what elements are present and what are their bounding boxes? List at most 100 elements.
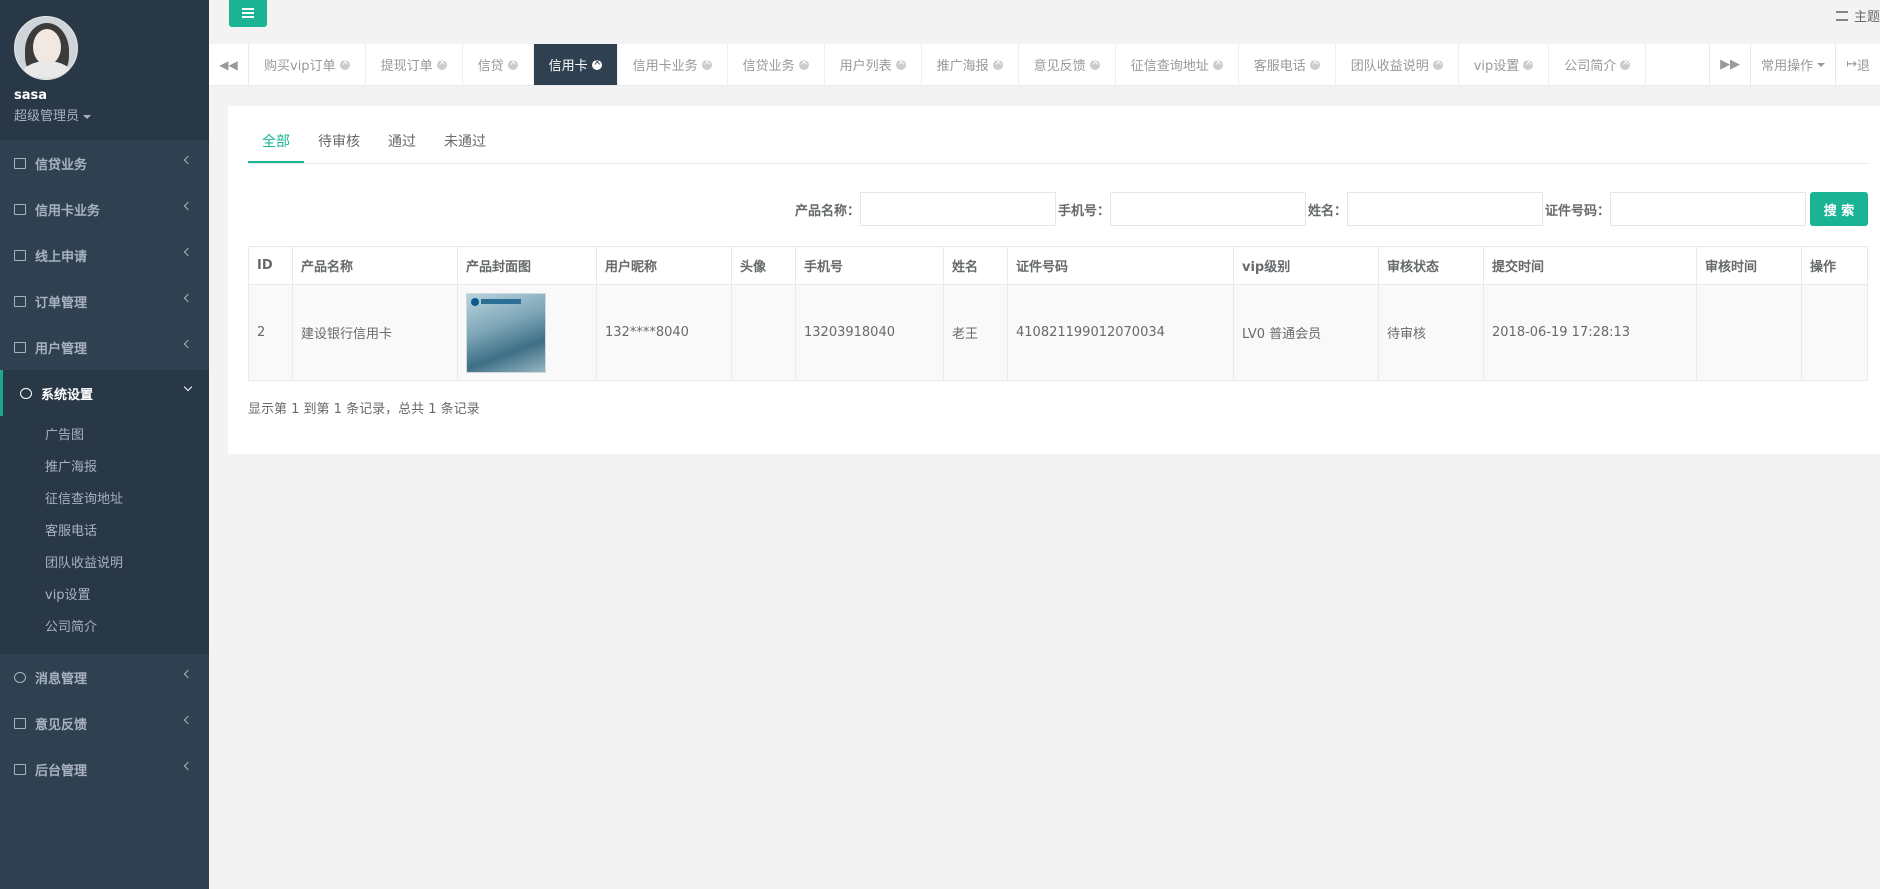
cell-phone: 13203918040 — [795, 284, 944, 381]
col-header-cover[interactable]: 产品封面图 — [457, 246, 597, 285]
common-ops-dropdown[interactable]: 常用操作 — [1750, 44, 1835, 85]
search-button[interactable]: 搜 索 — [1810, 192, 1868, 226]
close-icon[interactable] — [436, 57, 447, 70]
col-header-status[interactable]: 审核状态 — [1378, 246, 1484, 285]
tab-label: 用户列表 — [839, 59, 892, 74]
id-number-input[interactable] — [1610, 192, 1806, 226]
product-name-input[interactable] — [859, 192, 1056, 226]
col-header-product[interactable]: 产品名称 — [292, 246, 458, 285]
profile-name: sasa — [14, 88, 48, 103]
col-header-name[interactable]: 姓名 — [943, 246, 1008, 285]
subtab-pending[interactable]: 待审核 — [304, 120, 374, 163]
cell-ops — [1801, 284, 1868, 381]
cell-status: 待审核 — [1378, 284, 1484, 381]
comment-icon — [14, 671, 26, 683]
profile-panel: sasa 超级管理员 — [0, 0, 209, 140]
pagination-info: 显示第 1 到第 1 条记录，总共 1 条记录 — [248, 402, 480, 417]
sidebar-item-messages[interactable]: 消息管理 — [0, 654, 209, 700]
sidebar-item-credit-card-business[interactable]: 信用卡业务 — [0, 186, 209, 232]
topbar: 主题 — [209, 0, 1880, 44]
phone-label: 手机号： — [1057, 203, 1110, 219]
profile-role: 超级管理员 — [14, 109, 80, 124]
col-header-id-number[interactable]: 证件号码 — [1007, 246, 1234, 285]
tag-icon — [14, 717, 26, 729]
phone-input[interactable] — [1109, 192, 1306, 226]
subtab-rejected[interactable]: 未通过 — [430, 120, 500, 163]
sidebar-item-users[interactable]: 用户管理 — [0, 324, 209, 370]
chevron-left-icon — [183, 247, 193, 257]
sidebar-item-orders[interactable]: 订单管理 — [0, 278, 209, 324]
tab-credit-card-business[interactable]: 信用卡业务 — [618, 44, 728, 85]
subtab-all[interactable]: 全部 — [248, 120, 304, 163]
sidebar: sasa 超级管理员 信贷业务 信用卡业务 线上申请 订单管理 用户管理 系统设… — [0, 0, 209, 889]
cell-name: 老王 — [943, 284, 1008, 381]
col-header-phone[interactable]: 手机号 — [795, 246, 944, 285]
tab-credit-card[interactable]: 信用卡 — [533, 44, 618, 85]
submenu-item-poster[interactable]: 推广海报 — [0, 452, 209, 484]
sidebar-item-admin[interactable]: 后台管理 — [0, 746, 209, 792]
avatar[interactable] — [14, 16, 78, 80]
submenu-item-credit-query[interactable]: 征信查询地址 — [0, 484, 209, 516]
col-header-avatar[interactable]: 头像 — [731, 246, 796, 285]
subtab-approved[interactable]: 通过 — [374, 120, 430, 163]
tab-withdraw-order[interactable]: 提现订单 — [366, 44, 463, 85]
sign-out-icon: ↦ — [1846, 57, 1857, 72]
close-icon[interactable] — [992, 57, 1003, 70]
sidebar-item-online-apply[interactable]: 线上申请 — [0, 232, 209, 278]
tab-service-phone[interactable]: 客服电话 — [1239, 44, 1336, 85]
menu-toggle-button[interactable] — [229, 0, 267, 27]
close-icon[interactable] — [1089, 57, 1100, 70]
exit-button[interactable]: ↦ 退 — [1835, 44, 1880, 85]
gears-icon — [20, 387, 32, 399]
close-icon[interactable] — [1620, 57, 1631, 70]
col-header-review-time[interactable]: 审核时间 — [1696, 246, 1802, 285]
submenu-item-vip-settings[interactable]: vip设置 — [0, 580, 209, 612]
submenu-item-team-earnings[interactable]: 团队收益说明 — [0, 548, 209, 580]
chevron-left-icon — [183, 339, 193, 349]
sidebar-submenu: 广告图 推广海报 征信查询地址 客服电话 团队收益说明 vip设置 公司简介 — [0, 416, 209, 654]
close-icon[interactable] — [701, 57, 712, 70]
tab-scroll-left-button[interactable]: ◀◀ — [209, 44, 249, 85]
cell-id: 2 — [248, 284, 293, 381]
col-header-id[interactable]: ID — [248, 246, 293, 285]
col-header-vip[interactable]: vip级别 — [1233, 246, 1379, 285]
submenu-item-service-phone[interactable]: 客服电话 — [0, 516, 209, 548]
common-ops-label: 常用操作 — [1761, 59, 1814, 74]
tab-user-list[interactable]: 用户列表 — [825, 44, 922, 85]
close-icon[interactable] — [1309, 57, 1320, 70]
close-icon[interactable] — [895, 57, 906, 70]
tab-buy-vip-order[interactable]: 购买vip订单 — [249, 44, 366, 85]
tab-vip-settings[interactable]: vip设置 — [1459, 44, 1550, 85]
col-header-nickname[interactable]: 用户昵称 — [596, 246, 732, 285]
close-icon[interactable] — [339, 57, 350, 70]
sidebar-item-feedback[interactable]: 意见反馈 — [0, 700, 209, 746]
tab-team-earnings[interactable]: 团队收益说明 — [1336, 44, 1459, 85]
list-icon — [14, 295, 26, 307]
col-header-ops[interactable]: 操作 — [1801, 246, 1868, 285]
close-icon[interactable] — [1523, 57, 1534, 70]
close-icon[interactable] — [1432, 57, 1443, 70]
close-icon[interactable] — [1212, 57, 1223, 70]
close-icon[interactable] — [798, 57, 809, 70]
tab-credit-query[interactable]: 征信查询地址 — [1116, 44, 1239, 85]
sidebar-item-system-settings[interactable]: 系统设置 — [0, 370, 209, 416]
tab-scroll-right-button[interactable]: ▶▶ — [1709, 44, 1750, 85]
close-icon[interactable] — [591, 57, 602, 70]
submenu-item-company[interactable]: 公司简介 — [0, 612, 209, 644]
chevron-left-icon — [183, 715, 193, 725]
close-icon[interactable] — [507, 57, 518, 70]
name-input[interactable] — [1346, 192, 1543, 226]
tab-feedback[interactable]: 意见反馈 — [1019, 44, 1116, 85]
tab-loan-business[interactable]: 信贷业务 — [728, 44, 825, 85]
col-header-submit-time[interactable]: 提交时间 — [1483, 246, 1697, 285]
theme-button[interactable]: 主题 — [1835, 6, 1880, 25]
tab-company[interactable]: 公司简介 — [1549, 44, 1647, 85]
profile-role-dropdown[interactable]: 超级管理员 — [14, 105, 195, 124]
tab-poster[interactable]: 推广海报 — [922, 44, 1019, 85]
sidebar-item-label: 消息管理 — [35, 671, 88, 687]
backward-icon: ◀◀ — [219, 57, 238, 72]
sidebar-item-loan-business[interactable]: 信贷业务 — [0, 140, 209, 186]
product-cover-image[interactable] — [466, 292, 546, 373]
tab-loan[interactable]: 信贷 — [463, 44, 534, 85]
submenu-item-ads[interactable]: 广告图 — [0, 420, 209, 452]
